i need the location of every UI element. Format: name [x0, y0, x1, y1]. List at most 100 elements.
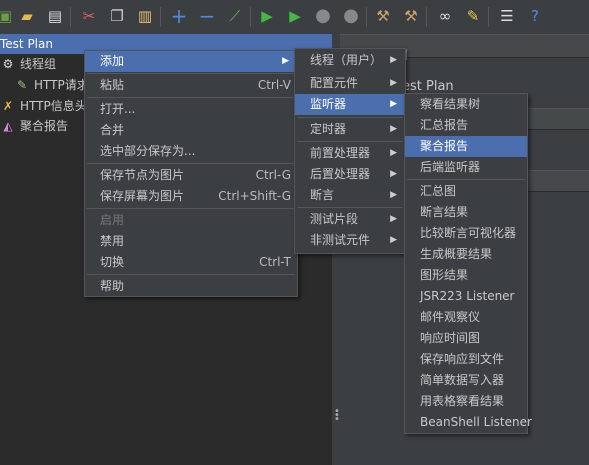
menu-item-response-time-graph[interactable]: 响应时间图	[405, 328, 527, 349]
menu-item-disable[interactable]: 禁用	[85, 231, 297, 252]
menu-item-aggregate-graph[interactable]: 汇总图	[405, 181, 527, 202]
menu-item-graph-results[interactable]: 图形结果	[405, 265, 527, 286]
menu-item-label: 比较断言可视化器	[420, 226, 517, 240]
menu-item-assertion-results[interactable]: 断言结果	[405, 202, 527, 223]
menu-item-merge[interactable]: 合并	[85, 120, 297, 141]
menu-separator	[297, 117, 403, 118]
menu-item-help[interactable]: 帮助	[85, 276, 297, 297]
tree-item-label: 线程组	[20, 57, 57, 71]
start-icon[interactable]: ▶	[256, 5, 278, 27]
start-no-pause-icon[interactable]: ▶	[284, 5, 306, 27]
help-icon[interactable]: ?	[524, 5, 546, 27]
menu-item-add[interactable]: 添加 ▶	[85, 51, 297, 72]
submenu-arrow-icon: ▶	[390, 169, 397, 179]
shortcut-label: Ctrl-V	[257, 78, 291, 92]
gear-icon: ⚙	[2, 57, 14, 71]
menu-item-view-results-tree[interactable]: 察看结果树	[405, 94, 527, 115]
save-icon[interactable]: ▤	[44, 5, 66, 27]
menu-item-summary-report[interactable]: 汇总报告	[405, 115, 527, 136]
menu-item-toggle[interactable]: 切换 Ctrl-T	[85, 252, 297, 273]
menu-item-post-processor[interactable]: 后置处理器 ▶	[295, 164, 405, 185]
menu-item-save-selection-as[interactable]: 选中部分保存为...	[85, 141, 297, 162]
menu-item-label: JSR223 Listener	[420, 289, 515, 303]
submenu-arrow-icon: ▶	[390, 235, 397, 245]
menu-item-paste[interactable]: 粘贴 Ctrl-V	[85, 75, 297, 96]
reset-search-icon[interactable]: ✎	[462, 5, 484, 27]
submenu-arrow-icon: ▶	[390, 124, 397, 134]
menu-item-label: 汇总图	[420, 184, 457, 198]
submenu-arrow-icon: ▶	[390, 148, 397, 158]
tree-item-thread-group[interactable]: ⚙ 线程组	[0, 54, 56, 74]
toolbar-separator	[70, 7, 71, 27]
stop-icon[interactable]: ●	[312, 5, 334, 27]
menu-item-label: 生成概要结果	[420, 247, 493, 261]
menu-item-threads[interactable]: 线程（用户） ▶	[295, 50, 405, 71]
menu-item-label: 邮件观察仪	[420, 310, 481, 324]
menu-item-label: 添加	[100, 54, 125, 68]
menu-item-label: 合并	[100, 123, 125, 137]
menu-item-label: 聚合报告	[420, 139, 469, 153]
menu-item-mailer-visualizer[interactable]: 邮件观察仪	[405, 307, 527, 328]
menu-separator	[87, 97, 295, 98]
expand-icon[interactable]: +	[168, 5, 190, 27]
menu-item-label: 定时器	[310, 122, 347, 136]
menu-item-label: 测试片段	[310, 212, 359, 226]
menu-item-pre-processor[interactable]: 前置处理器 ▶	[295, 143, 405, 164]
paste-icon[interactable]: ▥	[134, 5, 156, 27]
menu-item-assertion[interactable]: 断言 ▶	[295, 185, 405, 206]
clear-icon[interactable]: ⚒	[372, 5, 394, 27]
menu-item-label: 响应时间图	[420, 331, 481, 345]
open-icon[interactable]: ▰	[16, 5, 38, 27]
menu-item-label: 断言结果	[420, 205, 469, 219]
menu-item-label: 后端监听器	[420, 160, 481, 174]
menu-item-label: 配置元件	[310, 76, 359, 90]
menu-separator	[87, 208, 295, 209]
tree-item-aggregate-report[interactable]: ◭ 聚合报告	[0, 116, 68, 136]
menu-item-label: 帮助	[100, 279, 125, 293]
menu-item-config-element[interactable]: 配置元件 ▶	[295, 73, 405, 94]
menu-item-jsr223-listener[interactable]: JSR223 Listener	[405, 286, 527, 307]
copy-icon[interactable]: ❐	[106, 5, 128, 27]
menu-item-label: BeanShell Listener	[420, 415, 532, 429]
menu-item-aggregate-report[interactable]: 聚合报告	[405, 136, 527, 157]
tree-item-label: 聚合报告	[20, 119, 69, 133]
menu-item-label: 监听器	[310, 97, 347, 111]
menu-item-label: 选中部分保存为...	[100, 144, 196, 158]
cut-icon[interactable]: ✂	[78, 5, 100, 27]
menu-item-enable: 启用	[85, 210, 297, 231]
function-helper-icon[interactable]: ☰	[496, 5, 518, 27]
menu-item-label: 图形结果	[420, 268, 469, 282]
toolbar: ▣ ▰ ▤ ✂ ❐ ▥ + − ⟋ ▶ ▶ ● ● ⚒ ⚒ ∞ ✎ ☰ ?	[0, 0, 589, 35]
menu-item-save-responses-to-file[interactable]: 保存响应到文件	[405, 349, 527, 370]
toggle-icon[interactable]: ⟋	[224, 5, 246, 27]
wrench-icon: ✗	[2, 99, 14, 113]
menu-item-label: 线程（用户）	[310, 53, 383, 67]
menu-item-comparison-assertion-visualizer[interactable]: 比较断言可视化器	[405, 223, 527, 244]
collapse-icon[interactable]: −	[196, 5, 218, 27]
add-submenu: 线程（用户） ▶ 配置元件 ▶ 监听器 ▶ 定时器 ▶ 前置处理器 ▶ 后置处理…	[294, 48, 406, 254]
tree-item-http-request[interactable]: ✎ HTTP请求	[14, 75, 89, 95]
menu-separator	[407, 179, 525, 180]
toolbar-separator	[160, 7, 161, 27]
menu-item-beanshell-listener[interactable]: BeanShell Listener	[405, 412, 532, 433]
menu-item-open[interactable]: 打开...	[85, 99, 297, 120]
menu-item-test-fragment[interactable]: 测试片段 ▶	[295, 209, 405, 230]
submenu-arrow-icon: ▶	[390, 214, 397, 224]
menu-item-simple-data-writer[interactable]: 简单数据写入器	[405, 370, 527, 391]
search-icon[interactable]: ∞	[434, 5, 456, 27]
menu-item-save-screen-as-image[interactable]: 保存屏幕为图片 Ctrl+Shift-G	[85, 186, 297, 207]
clear-all-icon[interactable]: ⚒	[400, 5, 422, 27]
menu-item-listener[interactable]: 监听器 ▶	[295, 94, 405, 115]
shutdown-icon[interactable]: ●	[340, 5, 362, 27]
test-plan-icon[interactable]: ▣	[0, 5, 16, 27]
menu-item-view-results-in-table[interactable]: 用表格察看结果	[405, 391, 527, 412]
toolbar-separator	[488, 7, 489, 27]
menu-separator	[87, 274, 295, 275]
toolbar-separator	[250, 7, 251, 27]
menu-item-backend-listener[interactable]: 后端监听器	[405, 157, 527, 178]
pipette-icon: ✎	[16, 78, 28, 92]
menu-item-non-test-element[interactable]: 非测试元件 ▶	[295, 230, 405, 251]
menu-item-timer[interactable]: 定时器 ▶	[295, 119, 405, 140]
menu-item-generate-summary-results[interactable]: 生成概要结果	[405, 244, 527, 265]
menu-item-save-node-as-image[interactable]: 保存节点为图片 Ctrl-G	[85, 165, 297, 186]
